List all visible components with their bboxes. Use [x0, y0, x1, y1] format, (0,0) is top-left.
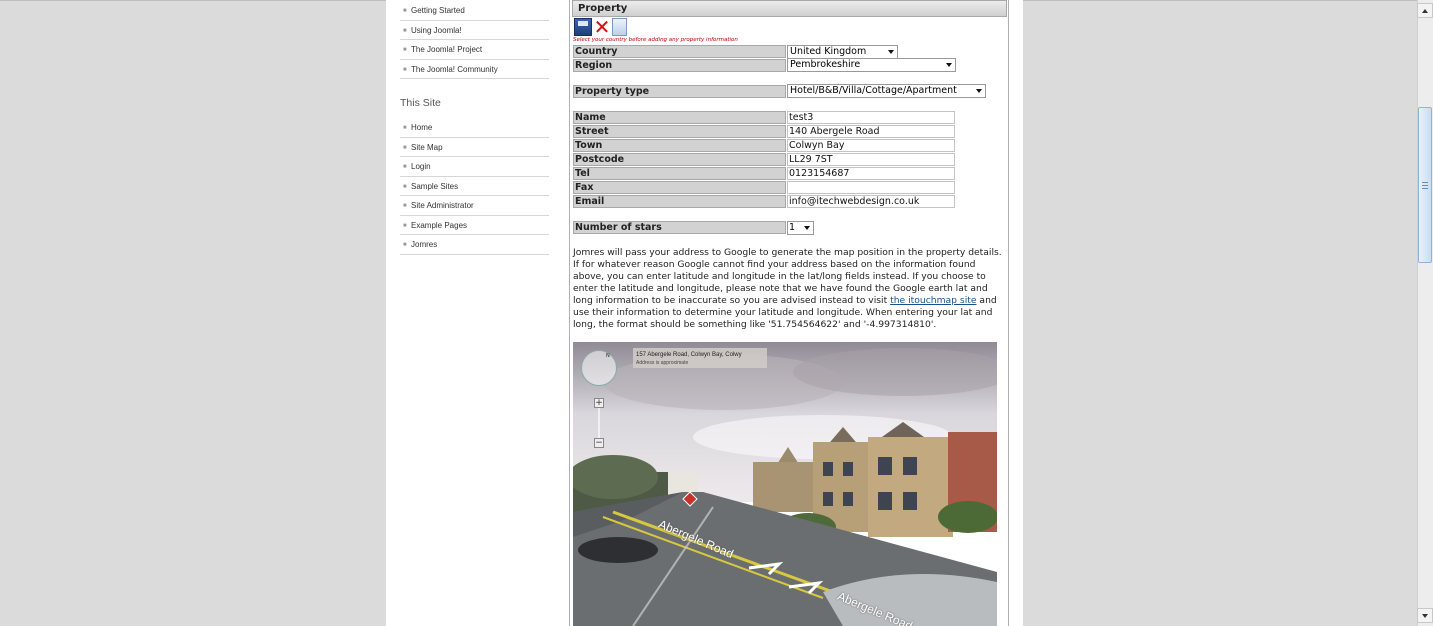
town-input[interactable]: Colwyn Bay — [787, 139, 955, 152]
street-view-image — [573, 342, 997, 626]
postcode-input[interactable]: LL29 7ST — [787, 153, 955, 166]
menu-item-label: Home — [411, 123, 433, 132]
print-preview-icon[interactable] — [612, 18, 627, 36]
menu-item-using-joomla[interactable]: ■ Using Joomla! — [400, 21, 549, 40]
scroll-down-button[interactable] — [1417, 608, 1433, 623]
bullet-icon: ■ — [403, 203, 407, 209]
menu-item-label: Using Joomla! — [411, 25, 462, 35]
main-menu: ■ Getting Started ■ Using Joomla! ■ The Joo… — [400, 1, 549, 79]
zoom-slider-track[interactable] — [598, 408, 600, 438]
region-select-value: Pembrokeshire — [790, 59, 861, 70]
bullet-icon: ■ — [403, 183, 407, 190]
geocode-instructions: Jomres will pass your address to Google … — [573, 247, 1005, 331]
bullet-icon: ■ — [403, 242, 407, 248]
menu-item-label: Jomres — [411, 240, 438, 249]
bullet-icon: ■ — [403, 8, 407, 14]
zoom-out-button[interactable]: − — [594, 438, 604, 448]
stars-select-value: 1 — [789, 222, 796, 233]
chevron-down-icon — [946, 63, 952, 67]
property-type-value: Hotel/B&B/Villa/Cottage/Apartment — [790, 85, 957, 96]
scrollbar-thumb[interactable] — [1418, 107, 1432, 263]
menu-item-site-map[interactable]: ■ Site Map — [400, 138, 549, 157]
pan-control[interactable]: N — [581, 350, 617, 386]
menu-item-getting-started[interactable]: ■ Getting Started — [400, 1, 549, 21]
stars-select[interactable]: 1 — [787, 221, 814, 235]
map-address-text: 157 Abergele Road, Colwyn Bay, Colwy — [636, 352, 742, 358]
postcode-label: Postcode — [573, 153, 786, 166]
menu-item-joomla-community[interactable]: ■ The Joomla! Community — [400, 60, 549, 79]
grip-icon — [1422, 182, 1428, 189]
country-select[interactable]: United Kingdom — [787, 45, 898, 59]
bullet-icon: ■ — [403, 164, 407, 170]
town-label: Town — [573, 139, 786, 152]
fax-label: Fax — [573, 181, 786, 194]
menu-item-login[interactable]: ■ Login — [400, 157, 549, 177]
map-address-box: 157 Abergele Road, Colwyn Bay, Colwy Add… — [633, 348, 767, 368]
country-select-value: United Kingdom — [790, 46, 867, 57]
save-icon[interactable] — [574, 18, 592, 36]
name-input[interactable]: test3 — [787, 111, 955, 124]
menu-item-home[interactable]: ■ Home — [400, 118, 549, 138]
menu-item-label: Site Map — [411, 142, 443, 152]
menu-item-label: The Joomla! Community — [411, 64, 498, 74]
email-input[interactable]: info@itechwebdesign.co.uk — [787, 195, 955, 208]
property-type-label: Property type — [573, 85, 786, 98]
map-approx-note: Address is approximate — [636, 360, 689, 366]
itouchmap-link[interactable]: the itouchmap site — [890, 295, 976, 306]
bullet-icon: ■ — [403, 27, 407, 34]
chevron-down-icon — [888, 50, 894, 54]
region-label: Region — [573, 59, 786, 72]
scroll-up-button[interactable] — [1417, 3, 1433, 18]
cancel-icon[interactable]: ✕ — [593, 17, 611, 37]
compass-north-label: N — [606, 353, 610, 359]
this-site-heading: This Site — [400, 97, 441, 109]
menu-item-label: Getting Started — [411, 6, 465, 15]
menu-item-label: Example Pages — [411, 220, 468, 230]
street-input[interactable]: 140 Abergele Road — [787, 125, 955, 138]
property-header: Property — [572, 0, 1007, 17]
menu-item-label: Sample Sites — [411, 181, 459, 191]
menu-item-joomla-project[interactable]: ■ The Joomla! Project — [400, 40, 549, 60]
menu-item-label: Login — [411, 162, 431, 171]
name-label: Name — [573, 111, 786, 124]
email-label: Email — [573, 195, 786, 208]
bullet-icon: ■ — [403, 66, 407, 73]
chevron-down-icon — [804, 226, 810, 230]
bullet-icon: ■ — [403, 144, 407, 151]
menu-item-label: Site Administrator — [411, 201, 474, 210]
menu-item-example-pages[interactable]: ■ Example Pages — [400, 216, 549, 235]
fax-input[interactable] — [787, 181, 955, 194]
menu-item-jomres[interactable]: ■ Jomres — [400, 235, 549, 255]
menu-item-sample-sites[interactable]: ■ Sample Sites — [400, 177, 549, 196]
this-site-menu: ■ Home ■ Site Map ■ Login ■ Sample Sites ■ Si… — [400, 118, 549, 255]
property-type-select[interactable]: Hotel/B&B/Villa/Cottage/Apartment — [787, 84, 986, 98]
country-label: Country — [573, 45, 786, 58]
zoom-in-button[interactable]: + — [594, 398, 604, 408]
chevron-down-icon — [1422, 614, 1428, 618]
tel-label: Tel — [573, 167, 786, 180]
menu-item-site-administrator[interactable]: ■ Site Administrator — [400, 196, 549, 216]
chevron-down-icon — [976, 89, 982, 93]
bullet-icon: ■ — [403, 222, 407, 229]
bullet-icon: ■ — [403, 125, 407, 131]
chevron-up-icon — [1422, 9, 1428, 13]
region-select[interactable]: Pembrokeshire — [787, 58, 956, 72]
stars-label: Number of stars — [573, 221, 786, 234]
tel-input[interactable]: 0123154687 — [787, 167, 955, 180]
bullet-icon: ■ — [403, 47, 407, 53]
street-label: Street — [573, 125, 786, 138]
street-view-map[interactable]: N + − 157 Abergele Road, Colwyn Bay, Col… — [573, 342, 997, 626]
vertical-scrollbar[interactable] — [1417, 0, 1433, 626]
country-notice: Select your country before adding any pr… — [573, 37, 738, 43]
menu-item-label: The Joomla! Project — [411, 45, 483, 54]
